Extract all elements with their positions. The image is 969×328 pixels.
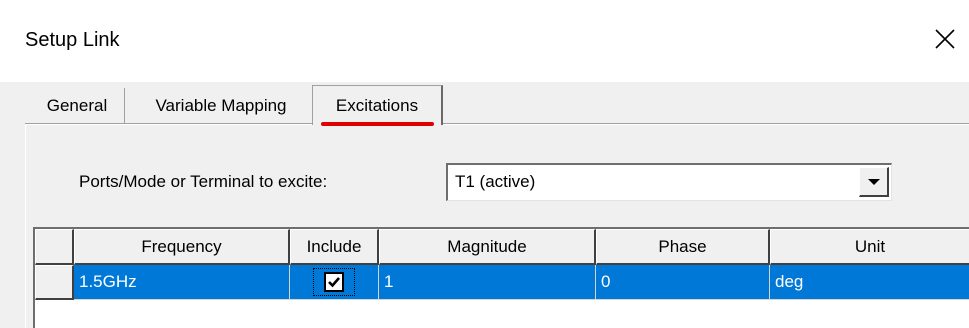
- tab-general-label: General: [46, 96, 108, 115]
- row-header[interactable]: [35, 265, 74, 300]
- frequency-cell[interactable]: 1.5GHz: [74, 265, 290, 300]
- phase-value: 0: [601, 272, 611, 291]
- include-checkbox[interactable]: [324, 272, 344, 292]
- column-header-label: Unit: [854, 236, 886, 256]
- active-tab-underline: [321, 122, 434, 126]
- checkmark-icon: [328, 277, 340, 288]
- checkbox-focus-rect: [313, 268, 355, 296]
- title-bar: Setup Link: [0, 0, 969, 82]
- close-button[interactable]: [927, 21, 963, 57]
- tab-general[interactable]: General: [30, 88, 125, 124]
- tab-variable-mapping[interactable]: Variable Mapping: [128, 88, 314, 124]
- chevron-down-icon: [867, 178, 880, 185]
- frequency-value: 1.5GHz: [79, 272, 137, 291]
- column-header-label: Frequency: [141, 236, 222, 256]
- column-header-label: Include: [306, 236, 362, 256]
- magnitude-value: 1: [384, 272, 394, 291]
- dropdown-button[interactable]: [859, 167, 889, 197]
- unit-value: deg: [775, 272, 804, 291]
- column-header-include[interactable]: Include: [290, 229, 379, 265]
- column-header-phase[interactable]: Phase: [596, 229, 770, 265]
- close-icon: [935, 29, 955, 49]
- column-header-label: Magnitude: [447, 236, 527, 256]
- column-header-frequency[interactable]: Frequency: [74, 229, 290, 265]
- tab-variable-mapping-label: Variable Mapping: [155, 96, 287, 115]
- column-header-magnitude[interactable]: Magnitude: [379, 229, 596, 265]
- column-header-label: Phase: [658, 236, 707, 256]
- magnitude-cell[interactable]: 1: [379, 265, 596, 300]
- ports-label: Ports/Mode or Terminal to excite:: [79, 172, 328, 191]
- excitation-table: Frequency Include Magnitude Phase Unit 1…: [33, 227, 969, 328]
- ports-dropdown[interactable]: T1 (active): [446, 163, 892, 201]
- phase-cell[interactable]: 0: [596, 265, 770, 300]
- column-header-unit[interactable]: Unit: [770, 229, 969, 265]
- unit-cell[interactable]: deg: [770, 265, 969, 300]
- corner-header[interactable]: [35, 229, 74, 265]
- tab-excitations-label: Excitations: [335, 95, 419, 115]
- include-cell[interactable]: [290, 265, 379, 300]
- ports-dropdown-value: T1 (active): [455, 172, 536, 191]
- tab-excitations[interactable]: Excitations: [312, 85, 443, 125]
- window-title: Setup Link: [25, 29, 120, 51]
